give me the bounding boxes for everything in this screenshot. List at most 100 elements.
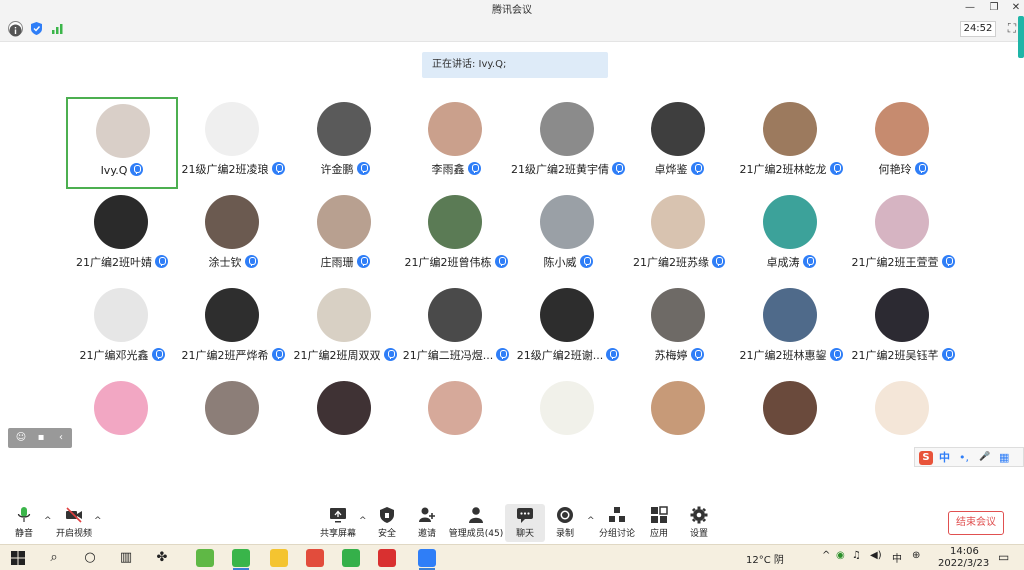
network-icon[interactable]: ⊕ — [912, 550, 920, 561]
avatar — [763, 195, 817, 249]
ime-punct-toggle[interactable]: •, — [959, 451, 969, 464]
participant-name-row: 21广编2班吴钰芊 — [807, 347, 999, 363]
participant-tile[interactable] — [177, 376, 289, 447]
search-icon[interactable]: ⌕ — [44, 548, 64, 568]
windows-start-icon[interactable] — [8, 548, 28, 568]
notification-icon[interactable]: ▭ — [998, 550, 1009, 564]
ime-mic-icon[interactable]: 🎤 — [979, 451, 990, 464]
record-icon — [557, 507, 573, 523]
avatar — [428, 102, 482, 156]
emoji-icon[interactable]: ☺ — [14, 431, 28, 445]
invite-user-icon — [419, 507, 435, 522]
avatar — [540, 102, 594, 156]
record-options-chevron-icon[interactable]: ^ — [587, 516, 595, 526]
ime-toolbar[interactable]: S 中 •, 🎤 ▦ — [914, 447, 1024, 467]
clock-date[interactable]: 2022/3/23 — [938, 558, 989, 569]
file-explorer-icon[interactable] — [270, 549, 288, 567]
participant-tile[interactable] — [289, 376, 401, 447]
avatar — [875, 102, 929, 156]
ime-keyboard-icon[interactable]: ▦ — [999, 451, 1009, 464]
avatar — [205, 195, 259, 249]
avatar — [205, 288, 259, 342]
tray-headset-icon[interactable]: ♫ — [852, 550, 861, 561]
participant-tile[interactable] — [847, 376, 959, 447]
avatar — [540, 381, 594, 435]
share-screen-icon — [330, 508, 346, 523]
avatar — [317, 195, 371, 249]
avatar — [317, 288, 371, 342]
participant-tile[interactable] — [623, 376, 735, 447]
participant-name: 苏梅婷 — [654, 349, 688, 362]
microphone-icon — [941, 255, 955, 268]
audio-options-chevron-icon[interactable]: ^ — [44, 516, 52, 526]
invite-button[interactable]: 邀请 — [407, 504, 447, 542]
participant-tile[interactable]: 何艳玲 — [847, 97, 959, 189]
chat-bubble-icon[interactable]: ▪ — [34, 431, 48, 445]
participant-tile[interactable]: 21广编2班吴钰芊 — [847, 283, 959, 375]
mute-button[interactable]: 静音 — [4, 504, 44, 542]
wps-app-icon[interactable] — [306, 549, 324, 567]
settings-button[interactable]: 设置 — [679, 504, 719, 542]
avatar — [317, 102, 371, 156]
participant-tile[interactable] — [512, 376, 624, 447]
tencent-meeting-app-icon[interactable] — [418, 549, 436, 567]
avatar — [763, 381, 817, 435]
meeting-toolbar: 静音 ^ 开启视频 ^ 共享屏幕 ^ 安全 邀请 管理成员(45) 聊天 录制 … — [0, 500, 1024, 544]
iqiyi-app-icon[interactable] — [342, 549, 360, 567]
microphone-icon — [17, 507, 31, 522]
end-meeting-button[interactable]: 结束会议 — [948, 511, 1004, 535]
start-video-button[interactable]: 开启视频 — [54, 504, 94, 542]
microphone-icon — [941, 348, 955, 361]
record-label: 录制 — [555, 529, 574, 539]
avatar — [763, 288, 817, 342]
participant-name: 许金鹏 — [320, 163, 354, 176]
participant-tile[interactable] — [400, 376, 512, 447]
participant-name: 21广编2班王萱萱 — [851, 256, 939, 269]
floating-mini-toolbar[interactable]: ☺ ▪ ‹ — [8, 428, 72, 448]
participant-name: 何艳玲 — [878, 163, 912, 176]
avatar — [540, 288, 594, 342]
breakout-icon — [609, 507, 625, 522]
avatar — [875, 195, 929, 249]
browser-app-icon[interactable] — [196, 549, 214, 567]
share-screen-button[interactable]: 共享屏幕 — [318, 504, 358, 542]
task-view-icon[interactable]: ▥ — [116, 548, 136, 568]
avatar — [651, 288, 705, 342]
avatar — [428, 288, 482, 342]
tray-expand-icon[interactable]: ^ — [822, 550, 830, 561]
record-button[interactable]: 录制 — [545, 504, 585, 542]
collapse-icon[interactable]: ‹ — [54, 431, 68, 445]
participant-name: 庄雨珊 — [320, 256, 354, 269]
share-options-chevron-icon[interactable]: ^ — [359, 516, 367, 526]
avatar — [651, 381, 705, 435]
cortana-icon[interactable]: ○ — [80, 548, 100, 568]
windows-taskbar: ⌕ ○ ▥ ✤ 12°C 阴 ^ ◉ ♫ ◀) 中 ⊕ 14:06 2022/3… — [0, 544, 1024, 570]
wechat-app-icon[interactable] — [232, 549, 250, 567]
participant-name: 李雨鑫 — [431, 163, 465, 176]
video-off-icon — [66, 507, 82, 523]
sogou-logo-icon[interactable]: S — [919, 451, 933, 465]
ime-status-icon[interactable]: 中 — [892, 550, 902, 565]
chat-icon — [517, 508, 533, 523]
avatar — [763, 102, 817, 156]
participant-tile[interactable]: 21广编2班王萱萱 — [847, 190, 959, 282]
manage-members-button[interactable]: 管理成员(45) — [449, 504, 503, 542]
reader-app-icon[interactable] — [378, 549, 396, 567]
volume-icon[interactable]: ◀) — [870, 550, 882, 561]
participant-name-row: 何艳玲 — [807, 161, 999, 177]
avatar — [94, 288, 148, 342]
microphone-icon — [914, 162, 928, 175]
tray-app-icon[interactable]: ◉ — [836, 550, 845, 561]
participant-grid: Ivy.Q 21级广编2班凌琅 许金鹏 李雨鑫 21级广编2班黄宇倩 卓烨鉴 21广编2班林… — [0, 0, 1024, 447]
avatar — [540, 195, 594, 249]
avatar — [94, 195, 148, 249]
pinwheel-app-icon[interactable]: ✤ — [152, 548, 172, 568]
participant-tile[interactable] — [735, 376, 847, 447]
clock-time[interactable]: 14:06 — [950, 546, 979, 557]
avatar — [94, 381, 148, 435]
ime-lang-toggle[interactable]: 中 — [939, 451, 950, 464]
video-options-chevron-icon[interactable]: ^ — [94, 516, 102, 526]
participant-tile[interactable] — [66, 376, 178, 447]
weather-status[interactable]: 12°C 阴 — [746, 551, 784, 566]
avatar — [96, 104, 150, 158]
